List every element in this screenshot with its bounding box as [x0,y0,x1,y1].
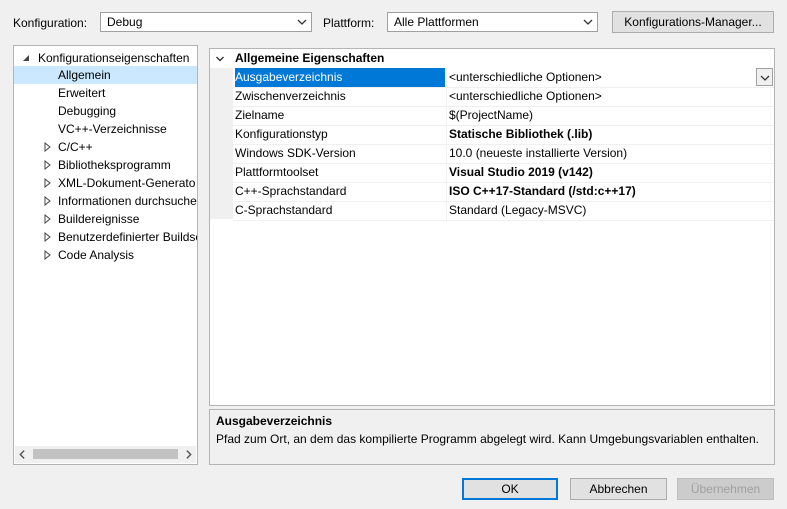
column-divider[interactable] [446,106,447,125]
property-name: Zielname [235,108,285,122]
tree-item-buildereignisse[interactable]: Buildereignisse [14,210,197,228]
tree-item-label: C/C++ [58,140,93,154]
column-divider[interactable] [446,201,447,220]
property-value[interactable]: <unterschiedliche Optionen> [449,68,602,87]
property-name: Windows SDK-Version [235,146,356,160]
plattform-value: Alle Plattformen [394,15,479,29]
description-text: Pfad zum Ort, an dem das kompilierte Pro… [216,432,759,446]
tree-item-xml-dokument-generator[interactable]: XML-Dokument-Generato [14,174,197,192]
property-row[interactable]: C-Sprachstandard Standard (Legacy-MSVC) [233,201,774,221]
collapsed-triangle-icon[interactable] [42,178,52,188]
ok-button[interactable]: OK [462,478,558,500]
property-row[interactable]: Zwischenverzeichnis <unterschiedliche Op… [233,87,774,107]
property-value[interactable]: Standard (Legacy-MSVC) [449,201,586,220]
tree-item-debugging[interactable]: Debugging [14,102,197,120]
konfiguration-value: Debug [107,15,143,29]
tree-item-label: XML-Dokument-Generato [58,176,196,190]
property-row[interactable]: Plattformtoolset Visual Studio 2019 (v14… [233,163,774,183]
property-value[interactable]: Visual Studio 2019 (v142) [449,163,593,182]
property-value[interactable]: <unterschiedliche Optionen> [449,87,602,106]
property-name: C-Sprachstandard [235,203,333,217]
tree-root-label: Konfigurationseigenschaften [38,51,190,65]
scroll-left-icon[interactable] [17,449,28,460]
property-name: Ausgabeverzeichnis [235,68,445,87]
property-grid[interactable]: Allgemeine Eigenschaften Ausgabeverzeich… [209,48,775,406]
property-value[interactable]: Statische Bibliothek (.lib) [449,125,592,144]
description-panel: Ausgabeverzeichnis Pfad zum Ort, an dem … [209,409,775,465]
tree-item-bibliotheksprogramm[interactable]: Bibliotheksprogramm [14,156,197,174]
expanded-triangle-icon[interactable] [21,53,31,63]
konfiguration-label: Konfiguration: [13,16,88,30]
property-name: Konfigurationstyp [235,127,328,141]
collapsed-triangle-icon[interactable] [42,196,52,206]
tree-item-label: Code Analysis [58,248,135,262]
property-row[interactable]: Zielname $(ProjectName) [233,106,774,126]
tree-item-code-analysis[interactable]: Code Analysis [14,246,197,264]
tree-item-label: Informationen durchsuche [58,194,197,208]
column-divider[interactable] [446,125,447,144]
property-tree[interactable]: Konfigurationseigenschaften Allgemein Er… [13,45,198,465]
chevron-down-icon [297,19,307,25]
tree-item-label: Benutzerdefinierter Buildsc [58,230,198,244]
property-value[interactable]: 10.0 (neueste installierte Version) [449,144,627,163]
plattform-label: Plattform: [323,16,375,30]
property-name: C++-Sprachstandard [235,184,347,198]
property-name: Zwischenverzeichnis [235,89,346,103]
scroll-thumb[interactable] [33,449,178,459]
tree-item-label: Allgemein [58,68,111,82]
tree-item-vc-verzeichnisse[interactable]: VC++-Verzeichnisse [14,120,197,138]
tree-item-label: VC++-Verzeichnisse [58,122,167,136]
tree-item-label: Bibliotheksprogramm [58,158,171,172]
tree-root-item[interactable]: Konfigurationseigenschaften [14,49,197,67]
description-title: Ausgabeverzeichnis [216,414,333,428]
property-row[interactable]: Ausgabeverzeichnis <unterschiedliche Opt… [233,68,774,88]
collapsed-triangle-icon[interactable] [42,142,52,152]
collapsed-triangle-icon[interactable] [42,214,52,224]
tree-item-c-cpp[interactable]: C/C++ [14,138,197,156]
tree-item-label: Buildereignisse [58,212,140,226]
grid-gutter [210,68,233,219]
tree-item-label: Debugging [58,104,117,118]
tree-item-label: Erweitert [58,86,106,100]
property-name: Plattformtoolset [235,165,319,179]
chevron-down-icon [760,75,770,81]
tree-item-benutzerdefinierter-buildschritt[interactable]: Benutzerdefinierter Buildsc [14,228,198,246]
column-divider[interactable] [446,144,447,163]
konfigurations-manager-button[interactable]: Konfigurations-Manager... [612,11,774,33]
tree-item-erweitert[interactable]: Erweitert [14,84,197,102]
property-row[interactable]: Konfigurationstyp Statische Bibliothek (… [233,125,774,145]
property-row[interactable]: Windows SDK-Version 10.0 (neueste instal… [233,144,774,164]
cancel-button[interactable]: Abbrechen [570,478,667,500]
chevron-down-icon [583,19,593,25]
konfiguration-dropdown[interactable]: Debug [100,12,312,32]
property-value[interactable]: ISO C++17-Standard (/std:c++17) [449,182,636,201]
property-row[interactable]: C++-Sprachstandard ISO C++17-Standard (/… [233,182,774,202]
plattform-dropdown[interactable]: Alle Plattformen [387,12,598,32]
column-divider[interactable] [446,163,447,182]
collapsed-triangle-icon[interactable] [42,232,52,242]
category-header[interactable]: Allgemeine Eigenschaften [210,49,774,68]
value-dropdown-button[interactable] [756,68,773,86]
property-value[interactable]: $(ProjectName) [449,106,533,125]
column-divider[interactable] [446,182,447,201]
collapsed-triangle-icon[interactable] [42,250,52,260]
apply-button[interactable]: Übernehmen [677,478,774,500]
scroll-right-icon[interactable] [183,449,194,460]
collapsed-triangle-icon[interactable] [42,160,52,170]
category-title: Allgemeine Eigenschaften [235,51,385,65]
tree-item-informationen-durchsuchen[interactable]: Informationen durchsuche [14,192,197,210]
column-divider[interactable] [446,87,447,106]
tree-horizontal-scrollbar[interactable] [15,446,196,463]
collapse-chevron-icon[interactable] [215,54,225,64]
column-divider[interactable] [446,68,447,87]
tree-item-allgemein[interactable]: Allgemein [14,66,197,84]
